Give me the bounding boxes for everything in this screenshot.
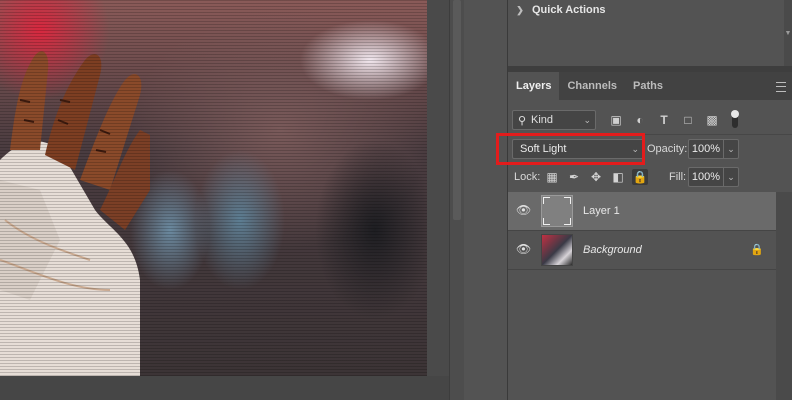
quick-actions-scrollbar[interactable]: ▼ [784, 0, 792, 66]
layer-filter-row: ⚲ Kind ⌄ ▣ ◐ T □ ▩ [508, 108, 792, 132]
filter-kind-label: Kind [531, 114, 554, 126]
lock-all-icon[interactable]: 🔒 [632, 169, 648, 185]
type-filter-icon[interactable]: T [656, 112, 672, 128]
right-panels: ❯ Quick Actions ▼ Layers Channels Paths … [508, 0, 792, 400]
scroll-down-arrow-icon[interactable]: ▼ [784, 30, 792, 37]
opacity-label: Opacity: [647, 143, 688, 155]
panel-menu-icon[interactable] [776, 82, 786, 92]
collapsed-panel-strip [464, 0, 508, 400]
smart-object-filter-icon[interactable]: ▩ [704, 112, 720, 128]
opacity-dropdown-button[interactable]: ⌄ [723, 139, 739, 159]
tab-layers[interactable]: Layers [508, 72, 560, 100]
lock-image-pixels-icon[interactable]: ✒ [566, 169, 582, 185]
tab-channels[interactable]: Channels [559, 72, 625, 100]
scroll-thumb[interactable] [453, 0, 461, 220]
quick-actions-header[interactable]: ❯ Quick Actions [508, 0, 784, 20]
lock-position-icon[interactable]: ✥ [588, 169, 604, 185]
layer-1-thumbnail[interactable] [541, 195, 573, 227]
lock-artboard-icon[interactable]: ◧ [610, 169, 626, 185]
canvas-vertical-scrollbar[interactable] [427, 0, 449, 376]
chevron-down-icon: ⌄ [583, 114, 591, 125]
filter-kind-select[interactable]: ⚲ Kind ⌄ [512, 110, 596, 130]
filter-toggle[interactable] [731, 110, 739, 128]
layers-scrollbar[interactable] [776, 192, 792, 400]
eye-icon[interactable]: 👁 [516, 203, 531, 217]
layers-list: 👁 Layer 1 👁 Background 🔒 [508, 192, 776, 270]
layers-panel-tabs: Layers Channels Paths [508, 72, 792, 100]
layer-name[interactable]: Layer 1 [583, 205, 620, 217]
canvas-status-bar [0, 376, 449, 400]
shape-filter-icon[interactable]: □ [680, 112, 696, 128]
document-canvas[interactable] [0, 0, 427, 376]
blend-mode-highlight-box [496, 133, 645, 165]
layer-row-layer-1[interactable]: 👁 Layer 1 [508, 192, 776, 231]
fill-dropdown-button[interactable]: ⌄ [723, 167, 739, 187]
quick-actions-title: Quick Actions [532, 4, 606, 16]
lock-icon[interactable]: 🔒 [750, 243, 764, 257]
fill-label: Fill: [669, 171, 687, 183]
adjustment-filter-icon[interactable]: ◐ [632, 112, 648, 128]
image-filter-icon[interactable]: ▣ [608, 112, 624, 128]
layer-row-background[interactable]: 👁 Background 🔒 [508, 231, 776, 270]
layer-name[interactable]: Background [583, 244, 642, 256]
lock-transparent-pixels-icon[interactable]: ▦ [544, 169, 560, 185]
chevron-down-icon[interactable]: ❯ [508, 5, 532, 16]
panel-gutter-scrollbar[interactable] [449, 0, 465, 400]
fill-input[interactable]: 100% [688, 167, 724, 187]
lock-label: Lock: [514, 171, 541, 183]
tab-paths[interactable]: Paths [625, 72, 671, 100]
opacity-input[interactable]: 100% [688, 139, 724, 159]
background-thumbnail[interactable] [541, 234, 573, 266]
eye-icon[interactable]: 👁 [516, 242, 531, 256]
lock-row: Lock: ▦ ✒ ✥ ◧ 🔒 Fill: 100% ⌄ [508, 164, 792, 190]
search-icon: ⚲ [517, 114, 527, 127]
